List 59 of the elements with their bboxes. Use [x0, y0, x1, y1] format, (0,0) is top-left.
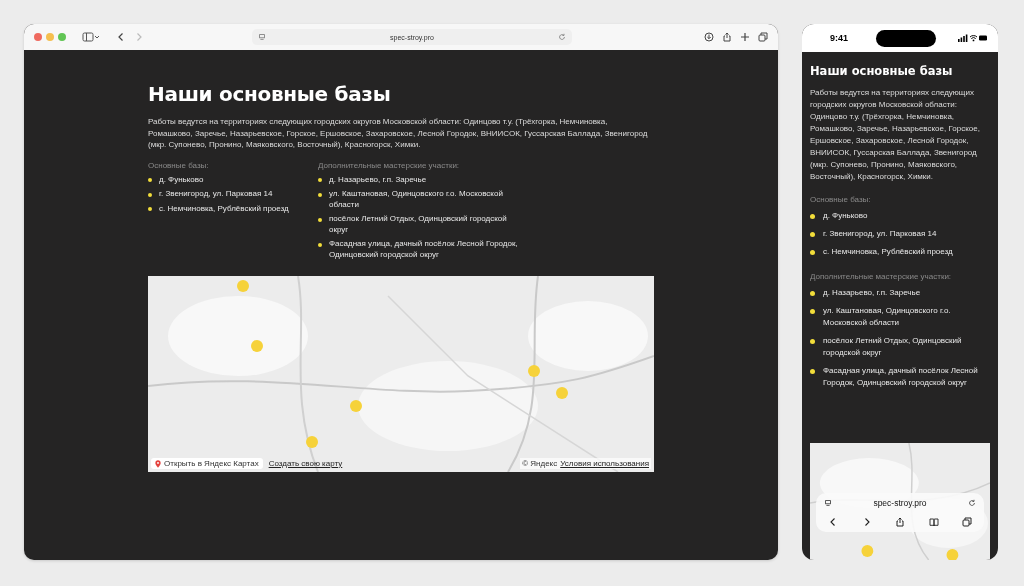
back-icon[interactable]: [116, 32, 126, 42]
plus-icon[interactable]: [740, 32, 750, 42]
copyright-text: © Яндекс: [522, 459, 558, 468]
back-icon[interactable]: [828, 517, 838, 527]
bullet-icon: [810, 368, 815, 374]
list-item: Фасадная улица, дачный посёлок Лесной Городок, Одинцовский городской округ: [329, 239, 518, 260]
list-item: с. Немчиновка, Рублёвский проезд: [159, 203, 289, 214]
bullet-icon: [810, 231, 815, 237]
share-icon[interactable]: [722, 32, 732, 42]
dynamic-island: [876, 29, 936, 47]
description-text: Работы ведутся на территориях следующих городских округов Московской области: Одинцово т.у. (Трёхгорка, Немчиновка, Ромашково, Заречье, Назарьевское, Горское, Ершовское, Захаровское, Лесной Городок, ВНИИСОК, Гуссарская Баллада, Звенигород (мкр. Супонево, Пронино, Маяковского, Восточный), Красногорск, Химки.: [148, 116, 649, 151]
bullet-icon: [810, 308, 815, 314]
list-item: д. Фуньково: [823, 210, 868, 222]
bullet-icon: [318, 217, 322, 222]
create-map-link[interactable]: Создать свою карту: [268, 459, 343, 468]
bullet-icon: [810, 213, 815, 219]
section-heading: Дополнительные мастерские участки:: [318, 160, 461, 170]
close-button[interactable]: [34, 33, 42, 41]
page-icon: [824, 499, 832, 507]
bullet-icon: [318, 178, 322, 182]
list-item: с. Немчиновка, Рублёвский проезд: [823, 246, 953, 258]
tabs-icon[interactable]: [758, 32, 768, 42]
bookmarks-icon[interactable]: [928, 517, 939, 527]
status-time: 9:41: [830, 33, 848, 43]
bullet-icon: [810, 290, 815, 296]
bullet-icon: [810, 338, 815, 344]
pin-icon: [155, 459, 161, 468]
section-heading: Основные базы:: [810, 195, 872, 204]
list-item: посёлок Летний Отдых, Одинцовский городской округ: [329, 214, 508, 235]
page-icon: [258, 33, 266, 41]
bullet-icon: [810, 249, 815, 255]
bullet-icon: [318, 242, 322, 247]
bullet-icon: [148, 192, 152, 197]
tabs-icon[interactable]: [962, 517, 972, 527]
download-icon[interactable]: [704, 32, 714, 42]
list-item: ул. Каштановая, Одинцовского г.о. Московской области: [329, 189, 504, 210]
list-item: г. Звенигород, ул. Парковая 14: [159, 189, 273, 200]
list-item: ул. Каштановая, Одинцовского г.о. Московской области: [823, 305, 952, 329]
section-heading: Дополнительные мастерские участки:: [810, 272, 953, 281]
list-item: д. Назарьево, г.п. Заречье: [823, 287, 921, 299]
share-icon[interactable]: [895, 517, 905, 527]
bullet-icon: [148, 178, 152, 182]
list-item: д. Фуньково: [159, 174, 204, 185]
url-text[interactable]: spec-stroy.pro: [873, 498, 927, 508]
terms-link[interactable]: Условия использования: [560, 459, 649, 468]
list-item: д. Назарьево, г.п. Заречье: [329, 174, 427, 185]
page-title: Наши основные базы: [810, 64, 954, 78]
status-icons: [958, 34, 988, 42]
list-item: посёлок Летний Отдых, Одинцовский городской округ: [823, 335, 963, 359]
open-in-maps-link[interactable]: Открыть в Яндекс Картах: [151, 458, 263, 469]
bullet-icon: [318, 192, 322, 197]
sidebar-icon[interactable]: [82, 32, 100, 42]
description-text: Работы ведутся на территориях следующих городских округов Московской области: Одинцово т.у. (Трёхгорка, Немчиновка, Ромашково, Заречье, Назарьевское, Горское, Ершовское, Захаровское, Лесной Городок, ВНИИСОК, Гуссарская Баллада, Звенигород (мкр. Супонево, Пронино, Маяковского, Восточный), Красногорск, Химки.: [810, 87, 981, 183]
bullet-icon: [148, 207, 152, 211]
list-item: Фасадная улица, дачный посёлок Лесной Городок, Одинцовский городской округ: [823, 365, 979, 389]
section-heading: Основные базы:: [148, 160, 210, 170]
page-title: Наши основные базы: [148, 82, 392, 106]
list-item: г. Звенигород, ул. Парковая 14: [823, 228, 937, 240]
reload-icon[interactable]: [968, 499, 976, 507]
